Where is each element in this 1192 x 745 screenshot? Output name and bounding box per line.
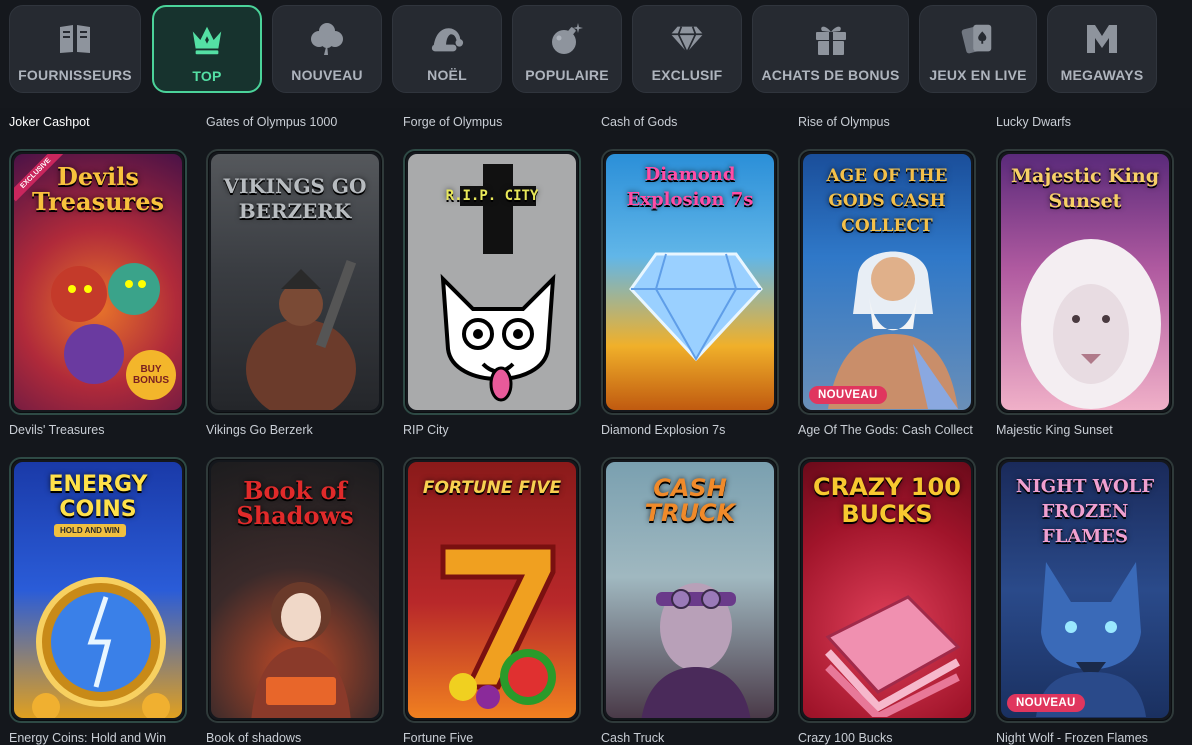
category-label: TOP xyxy=(192,68,222,84)
game-title[interactable]: Cash of Gods xyxy=(601,115,677,129)
art-title: AGE OF THE GODS CASH COLLECT xyxy=(826,166,948,236)
game-title[interactable]: Diamond Explosion 7s xyxy=(601,423,725,437)
game-title[interactable]: RIP City xyxy=(403,423,449,437)
category-label: NOUVEAU xyxy=(291,67,363,83)
clover-icon xyxy=(309,21,345,57)
crown-icon xyxy=(189,22,225,58)
category-label: ACHATS DE BONUS xyxy=(761,67,900,83)
category-label: EXCLUSIF xyxy=(651,67,723,83)
game-title[interactable]: Age Of The Gods: Cash Collect xyxy=(798,423,973,437)
bomb-icon xyxy=(549,21,585,57)
category-label: MEGAWAYS xyxy=(1060,67,1144,83)
game-title[interactable]: Gates of Olympus 1000 xyxy=(206,115,337,129)
game-thumbnail[interactable]: FORTUNE FIVE xyxy=(403,457,581,723)
game-thumbnail[interactable]: Diamond Explosion 7s xyxy=(601,149,779,415)
category-top-button[interactable]: TOP xyxy=(152,5,262,93)
art-title: Book of Shadows xyxy=(236,476,354,530)
game-title[interactable]: Book of shadows xyxy=(206,731,301,745)
art-title: Majestic King Sunset xyxy=(1010,165,1159,212)
category-exclusive-button[interactable]: EXCLUSIF xyxy=(632,5,742,93)
hold-and-win-tag: HOLD AND WIN xyxy=(54,524,126,537)
santa-hat-icon xyxy=(429,21,465,57)
category-new-button[interactable]: NOUVEAU xyxy=(272,5,382,93)
game-title[interactable]: Rise of Olympus xyxy=(798,115,890,129)
art-title: Diamond Explosion 7s xyxy=(626,164,754,210)
playing-cards-icon xyxy=(960,21,996,57)
book-icon xyxy=(57,21,93,57)
category-megaways-button[interactable]: MEGAWAYS xyxy=(1047,5,1157,93)
game-thumbnail[interactable]: R.I.P. CITY xyxy=(403,149,581,415)
new-badge: NOUVEAU xyxy=(1007,694,1085,712)
game-thumbnail[interactable]: CASH TRUCK xyxy=(601,457,779,723)
diamond-icon xyxy=(669,21,705,57)
game-title[interactable]: Forge of Olympus xyxy=(403,115,502,129)
art-title: CRAZY 100 BUCKS xyxy=(813,473,961,528)
game-title[interactable]: Devils' Treasures xyxy=(9,423,104,437)
game-title[interactable]: Joker Cashpot xyxy=(9,115,90,129)
art-title: ENERGY COINS xyxy=(48,472,148,522)
game-title[interactable]: Energy Coins: Hold and Win xyxy=(9,731,166,745)
game-title[interactable]: Crazy 100 Bucks xyxy=(798,731,892,745)
game-title[interactable]: Lucky Dwarfs xyxy=(996,115,1071,129)
category-live-games-button[interactable]: JEUX EN LIVE xyxy=(919,5,1037,93)
game-thumbnail[interactable]: Book of Shadows xyxy=(206,457,384,723)
art-title: R.I.P. CITY xyxy=(445,188,539,204)
game-title[interactable]: Vikings Go Berzerk xyxy=(206,423,313,437)
game-title[interactable]: Majestic King Sunset xyxy=(996,423,1113,437)
game-thumbnail[interactable]: Majestic King Sunset xyxy=(996,149,1174,415)
art-title: VIKINGS GO BERZERK xyxy=(223,174,367,223)
art-title: CASH TRUCK xyxy=(644,474,736,527)
category-providers-button[interactable]: FOURNISSEURS xyxy=(9,5,141,93)
category-popular-button[interactable]: POPULAIRE xyxy=(512,5,622,93)
game-thumbnail[interactable]: EXCLUSIVE Devils Treasures BUY BONUS xyxy=(9,149,187,415)
category-bonus-buy-button[interactable]: ACHATS DE BONUS xyxy=(752,5,909,93)
game-thumbnail[interactable]: NIGHT WOLF FROZEN FLAMES NOUVEAU xyxy=(996,457,1174,723)
game-thumbnail[interactable]: ENERGY COINS HOLD AND WIN xyxy=(9,457,187,723)
game-title[interactable]: Night Wolf - Frozen Flames xyxy=(996,731,1148,745)
new-badge: NOUVEAU xyxy=(809,386,887,404)
category-label: JEUX EN LIVE xyxy=(929,67,1027,83)
category-label: FOURNISSEURS xyxy=(18,67,132,83)
game-title[interactable]: Cash Truck xyxy=(601,731,664,745)
gift-icon xyxy=(813,21,849,57)
category-christmas-button[interactable]: NOËL xyxy=(392,5,502,93)
art-title: NIGHT WOLF FROZEN FLAMES xyxy=(1015,476,1155,547)
art-title: Devils Treasures xyxy=(32,162,164,216)
category-label: NOËL xyxy=(427,67,467,83)
game-thumbnail[interactable]: VIKINGS GO BERZERK xyxy=(206,149,384,415)
category-label: POPULAIRE xyxy=(525,67,609,83)
megaways-m-icon xyxy=(1084,21,1120,57)
art-title: FORTUNE FIVE xyxy=(422,478,562,498)
game-thumbnail[interactable]: CRAZY 100 BUCKS xyxy=(798,457,976,723)
buy-bonus-badge: BUY BONUS xyxy=(126,350,176,400)
game-thumbnail[interactable]: AGE OF THE GODS CASH COLLECT NOUVEAU xyxy=(798,149,976,415)
category-nav: FOURNISSEURS TOP NOUVEAU NOËL POPULAIRE … xyxy=(0,0,1192,108)
game-title[interactable]: Fortune Five xyxy=(403,731,473,745)
